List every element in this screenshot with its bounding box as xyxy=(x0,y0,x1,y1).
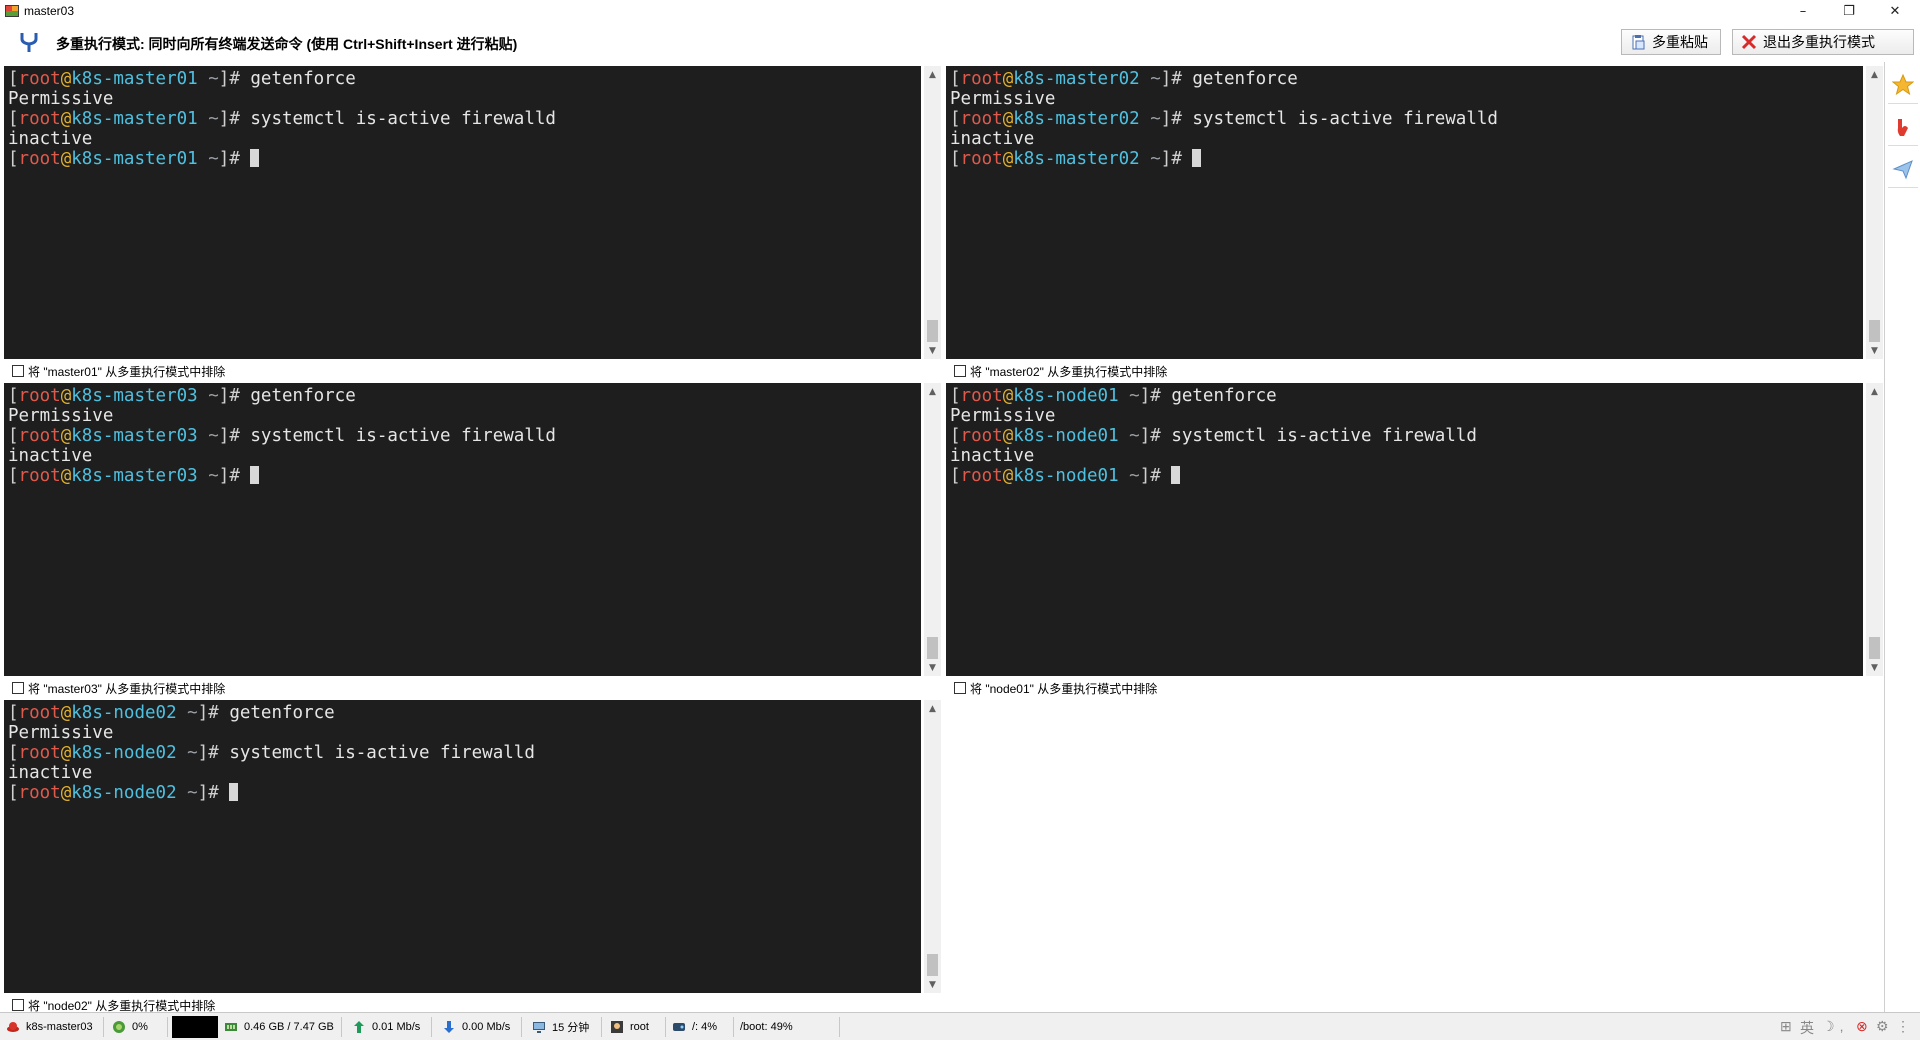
status-host: k8s-master03 xyxy=(6,1017,104,1037)
terminal-scrollbar[interactable]: ▲ ▼ xyxy=(924,383,941,676)
cpu-graph xyxy=(172,1016,218,1038)
sidebar-app-icon[interactable] xyxy=(1888,108,1918,146)
status-memory: 0.46 GB / 7.47 GB xyxy=(224,1017,342,1037)
status-upload: 0.01 Mb/s xyxy=(352,1017,432,1037)
exclude-checkbox-master03[interactable]: 将 "master03" 从多重执行模式中排除 xyxy=(12,681,225,696)
title-bar: master03 – ❐ ✕ xyxy=(0,0,1920,22)
terminal-scrollbar[interactable]: ▲ ▼ xyxy=(924,66,941,359)
memory-icon xyxy=(225,1023,237,1031)
exclude-checkbox-master02[interactable]: 将 "master02" 从多重执行模式中排除 xyxy=(954,364,1167,379)
status-user: root xyxy=(610,1017,666,1037)
right-sidebar xyxy=(1884,62,1920,1012)
terminal-cursor xyxy=(229,783,239,801)
terminal-scrollbar[interactable]: ▲ ▼ xyxy=(1866,66,1883,359)
cpu-icon xyxy=(113,1021,125,1033)
exit-multi-exec-label: 退出多重执行模式 xyxy=(1763,34,1875,50)
close-button[interactable]: ✕ xyxy=(1872,0,1918,22)
terminal-output[interactable]: [root@k8s-node02 ~]# getenforce Permissi… xyxy=(4,700,921,993)
terminal-pane-node01: [root@k8s-node01 ~]# getenforce Permissi… xyxy=(946,383,1883,696)
terminal-cursor xyxy=(250,466,260,484)
multi-paste-button[interactable]: 多重粘贴 xyxy=(1621,29,1721,55)
fork-icon xyxy=(20,33,38,52)
more-icon[interactable]: ⋮ xyxy=(1896,1018,1910,1035)
restore-button[interactable]: ❐ xyxy=(1826,0,1872,22)
status-disk-boot: /boot: 49% xyxy=(740,1017,840,1037)
terminal-cursor xyxy=(1192,149,1202,167)
terminal-output[interactable]: [root@k8s-node01 ~]# getenforce Permissi… xyxy=(946,383,1863,676)
app-icon xyxy=(5,5,19,17)
terminal-output[interactable]: [root@k8s-master03 ~]# getenforce Permis… xyxy=(4,383,921,676)
error-icon[interactable]: ⊗ xyxy=(1856,1018,1868,1035)
user-icon xyxy=(611,1021,623,1033)
terminal-pane-node02: [root@k8s-node02 ~]# getenforce Permissi… xyxy=(4,700,941,1013)
terminal-scrollbar[interactable]: ▲ ▼ xyxy=(1866,383,1883,676)
status-download: 0.00 Mb/s xyxy=(442,1017,522,1037)
window-title: master03 xyxy=(24,4,75,18)
redhat-icon xyxy=(7,1022,19,1032)
ime-grid-icon[interactable]: ⊞ xyxy=(1780,1018,1792,1035)
close-icon xyxy=(1741,34,1757,50)
punctuation-icon[interactable]: ‚ xyxy=(1840,1018,1843,1034)
terminal-cursor xyxy=(1171,466,1181,484)
moon-icon[interactable]: ☽ xyxy=(1822,1018,1835,1035)
terminal-pane-master03: [root@k8s-master03 ~]# getenforce Permis… xyxy=(4,383,941,696)
multi-exec-toolbar: 多重执行模式: 同时向所有终端发送命令 (使用 Ctrl+Shift+Inser… xyxy=(0,22,1920,62)
terminal-pane-master02: [root@k8s-master02 ~]# getenforce Permis… xyxy=(946,66,1883,379)
exclude-checkbox-node01[interactable]: 将 "node01" 从多重执行模式中排除 xyxy=(954,681,1157,696)
status-uptime: 15 分钟 xyxy=(532,1017,602,1037)
ime-lang-icon[interactable]: 英 xyxy=(1800,1018,1814,1038)
terminal-cursor xyxy=(250,149,260,167)
paste-icon xyxy=(1632,35,1645,50)
download-arrow-icon xyxy=(444,1021,454,1033)
settings-icon[interactable]: ⚙ xyxy=(1876,1018,1889,1035)
status-bar: k8s-master03 0% 0.46 GB / 7.47 GB 0.01 M… xyxy=(0,1012,1920,1040)
terminal-output[interactable]: [root@k8s-master02 ~]# getenforce Permis… xyxy=(946,66,1863,359)
terminal-pane-master01: [root@k8s-master01 ~]# getenforce Permis… xyxy=(4,66,941,379)
monitor-icon xyxy=(533,1022,545,1033)
exit-multi-exec-button[interactable]: 退出多重执行模式 xyxy=(1732,29,1914,55)
exclude-checkbox-master01[interactable]: 将 "master01" 从多重执行模式中排除 xyxy=(12,364,225,379)
upload-arrow-icon xyxy=(354,1021,364,1033)
multi-exec-mode-text: 多重执行模式: 同时向所有终端发送命令 (使用 Ctrl+Shift+Inser… xyxy=(56,36,518,52)
minimize-button[interactable]: – xyxy=(1780,0,1826,22)
multi-paste-label: 多重粘贴 xyxy=(1652,34,1708,50)
star-icon[interactable] xyxy=(1888,66,1918,104)
disk-icon xyxy=(673,1023,685,1031)
status-cpu: 0% xyxy=(112,1017,168,1037)
send-icon[interactable] xyxy=(1888,150,1918,188)
status-disk-root: /: 4% xyxy=(672,1017,734,1037)
exclude-checkbox-node02[interactable]: 将 "node02" 从多重执行模式中排除 xyxy=(12,998,215,1013)
terminal-scrollbar[interactable]: ▲ ▼ xyxy=(924,700,941,993)
terminal-output[interactable]: [root@k8s-master01 ~]# getenforce Permis… xyxy=(4,66,921,359)
